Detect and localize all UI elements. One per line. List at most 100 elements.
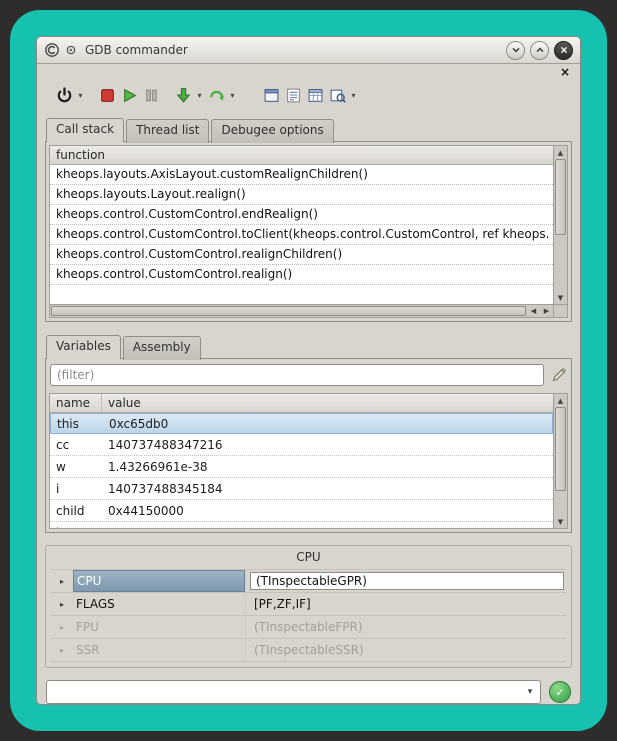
column-header-value[interactable]: value <box>102 394 553 412</box>
dock-close-icon[interactable]: × <box>560 66 570 79</box>
scrollbar-track[interactable] <box>554 491 567 515</box>
variable-name: w <box>50 460 102 474</box>
callstack-row[interactable]: kheops.control.CustomControl.toClient(kh… <box>50 225 553 245</box>
expander-icon[interactable]: ▸ <box>51 577 73 586</box>
variable-row[interactable]: w1.43266961e-38 <box>50 456 553 478</box>
expander-icon[interactable]: ▸ <box>51 646 73 655</box>
cpu-group-title: CPU <box>51 550 566 564</box>
watch-window-button[interactable] <box>260 83 282 107</box>
stop-button[interactable] <box>96 83 118 107</box>
cpu-row-value: (TInspectableFPR) <box>245 616 566 638</box>
variables-table: name value this0xc65db0cc140737488347216… <box>49 393 568 529</box>
scroll-left-icon[interactable]: ◀ <box>527 305 540 317</box>
cpu-row-name: SSR <box>73 639 245 661</box>
callstack-vertical-scrollbar[interactable]: ▲ ▼ <box>553 146 567 304</box>
callstack-row[interactable]: kheops.control.CustomControl.realignChil… <box>50 245 553 265</box>
curved-arrow-icon <box>208 87 225 104</box>
minimize-button[interactable] <box>506 41 525 60</box>
gdb-commander-window: GDB commander × ▾ ▾ ▾ ▾ Call stack Thread l… <box>36 36 581 705</box>
scrollbar-track[interactable] <box>554 235 567 291</box>
column-header-name[interactable]: name <box>50 394 102 412</box>
cpu-row[interactable]: ▸CPU (TInspectableGPR) <box>51 570 566 593</box>
play-icon <box>121 87 138 104</box>
cpu-row-name: FPU <box>73 616 245 638</box>
scroll-down-icon[interactable]: ▼ <box>554 515 567 528</box>
cpu-row[interactable]: ▸FLAGS[PF,ZF,IF] <box>51 593 566 616</box>
scroll-up-icon[interactable]: ▲ <box>554 146 567 159</box>
dropdown-arrow-icon[interactable]: ▾ <box>75 91 86 100</box>
scroll-right-icon[interactable]: ▶ <box>540 305 553 317</box>
variables-body: this0xc65db0cc140737488347216w1.43266961… <box>50 413 553 528</box>
variable-name: cc <box>50 438 102 452</box>
variable-name: i <box>50 482 102 496</box>
callstack-column-header[interactable]: function <box>50 146 553 165</box>
start-stop-button[interactable] <box>53 83 75 107</box>
cpu-value-editor[interactable]: (TInspectableGPR) <box>250 572 564 590</box>
titlebar: GDB commander <box>37 37 580 64</box>
gdb-command-input[interactable] <box>47 685 520 699</box>
scrollbar-thumb[interactable] <box>51 306 526 316</box>
variable-name: b <box>50 526 102 529</box>
variable-name: this <box>51 417 103 431</box>
expander-icon[interactable]: ▸ <box>51 623 73 632</box>
form-window-icon <box>263 87 280 104</box>
cpu-row-value: (TInspectableGPR) <box>245 570 566 592</box>
scrollbar-thumb[interactable] <box>555 407 566 491</box>
dropdown-arrow-icon[interactable]: ▾ <box>348 91 359 100</box>
search-window-icon <box>329 87 346 104</box>
command-list-button[interactable] <box>282 83 304 107</box>
check-icon: ✓ <box>555 686 564 699</box>
dock-header: × <box>45 66 572 79</box>
variable-row[interactable]: i140737488345184 <box>50 478 553 500</box>
callstack-row[interactable]: kheops.control.CustomControl.endRealign(… <box>50 205 553 225</box>
memory-window-button[interactable] <box>304 83 326 107</box>
expander-icon[interactable]: ▸ <box>51 600 73 609</box>
tab-thread-list[interactable]: Thread list <box>126 119 209 143</box>
grid-window-icon <box>307 87 324 104</box>
cpu-row-name: CPU <box>73 570 245 592</box>
tab-debugee-options[interactable]: Debugee options <box>211 119 333 143</box>
maximize-button[interactable] <box>530 41 549 60</box>
step-down-icon <box>175 87 192 104</box>
variable-row[interactable]: this0xc65db0 <box>50 413 553 434</box>
edit-pen-icon[interactable] <box>551 367 567 383</box>
callstack-row[interactable]: kheops.layouts.Layout.realign() <box>50 185 553 205</box>
continue-button[interactable] <box>118 83 140 107</box>
tab-variables[interactable]: Variables <box>46 335 121 359</box>
step-into-button[interactable] <box>172 83 194 107</box>
callstack-horizontal-scrollbar[interactable]: ◀ ▶ <box>50 304 553 317</box>
tab-call-stack[interactable]: Call stack <box>46 118 124 142</box>
callstack-row[interactable]: kheops.control.CustomControl.realign() <box>50 265 553 285</box>
variables-vertical-scrollbar[interactable]: ▲ ▼ <box>553 394 567 528</box>
tab-assembly[interactable]: Assembly <box>123 336 201 360</box>
scrollbar-thumb[interactable] <box>555 159 566 235</box>
spacer <box>45 322 572 334</box>
window-menu-icon[interactable] <box>65 44 77 56</box>
scroll-down-icon[interactable]: ▼ <box>554 291 567 304</box>
variable-row[interactable]: b1.43266961e-38 <box>50 522 553 528</box>
toolbar: ▾ ▾ ▾ ▾ <box>45 79 572 111</box>
dropdown-arrow-icon[interactable]: ▾ <box>227 91 238 100</box>
cpu-row[interactable]: ▸FPU(TInspectableFPR) <box>51 616 566 639</box>
variable-value: 140737488347216 <box>102 438 553 452</box>
send-command-button[interactable]: ✓ <box>549 681 571 703</box>
variable-row[interactable]: child0x44150000 <box>50 500 553 522</box>
dropdown-arrow-icon[interactable]: ▾ <box>194 91 205 100</box>
pause-button[interactable] <box>140 83 162 107</box>
scrollbar-corner <box>553 304 567 317</box>
inspector-window-button[interactable] <box>326 83 348 107</box>
variables-panel: name value this0xc65db0cc140737488347216… <box>45 358 572 533</box>
variable-row[interactable]: cc140737488347216 <box>50 434 553 456</box>
chevron-down-icon[interactable]: ▾ <box>520 687 540 697</box>
cpu-row[interactable]: ▸SSR(TInspectableSSR) <box>51 639 566 662</box>
variable-value: 0xc65db0 <box>103 417 552 431</box>
step-over-button[interactable] <box>205 83 227 107</box>
gdb-command-combobox[interactable]: ▾ <box>46 680 541 704</box>
command-bar: ▾ ✓ <box>45 668 572 704</box>
close-button[interactable] <box>554 41 573 60</box>
dock-content: × ▾ ▾ ▾ ▾ Call stack Thread list Debugee op… <box>37 64 580 704</box>
filter-input[interactable] <box>50 364 544 386</box>
callstack-row[interactable]: kheops.layouts.AxisLayout.customRealignC… <box>50 165 553 185</box>
callstack-table: function kheops.layouts.AxisLayout.custo… <box>49 145 568 318</box>
scroll-up-icon[interactable]: ▲ <box>554 394 567 407</box>
